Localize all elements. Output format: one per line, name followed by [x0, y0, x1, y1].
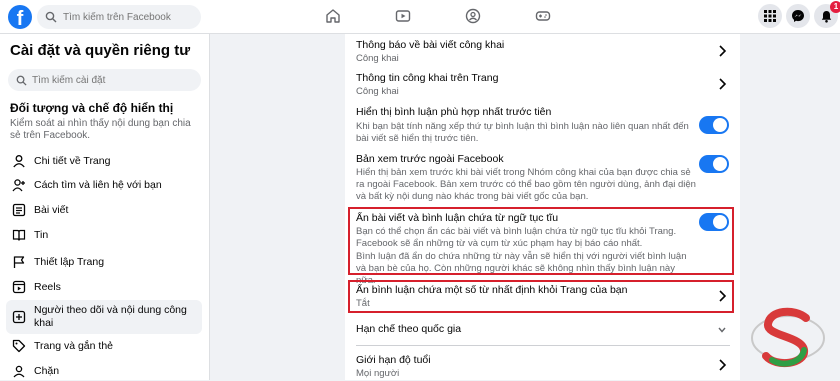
tag-icon — [12, 339, 26, 353]
facebook-search[interactable] — [37, 5, 201, 29]
sidebar-item-followers[interactable]: Người theo dõi và nội dung công khai — [6, 300, 202, 334]
setting-title: Bản xem trước ngoài Facebook — [356, 153, 504, 165]
sidebar-item-label: Thiết lập Trang — [34, 255, 105, 268]
setting-title: Thông báo về bài viết công khai — [356, 39, 505, 51]
facebook-logo[interactable]: f — [8, 5, 32, 29]
gaming-icon[interactable] — [535, 8, 551, 24]
setting-title: Ẩn bài viết và bình luận chứa từ ngữ tục… — [356, 212, 559, 224]
setting-description: Bạn có thể chọn ẩn các bài viết và bình … — [356, 226, 677, 249]
plus-box-icon — [12, 310, 26, 324]
flag-icon — [13, 256, 25, 268]
off-facebook-preview-toggle[interactable] — [699, 155, 729, 173]
search-icon — [16, 75, 27, 86]
sidebar-item-find-contact[interactable]: Cách tìm và liên hệ với bạn — [6, 175, 202, 195]
search-icon — [45, 11, 57, 23]
settings-sidebar: Cài đặt và quyền riêng tư Đối tượng và c… — [0, 34, 210, 380]
setting-value: Công khai — [356, 53, 399, 64]
setting-title: Giới hạn độ tuổi — [356, 354, 431, 366]
setting-hide-keyword-comments[interactable]: Ẩn bình luận chứa một số từ nhất định kh… — [345, 282, 740, 312]
settings-panel: Thông báo về bài viết công khai Công kha… — [345, 34, 740, 380]
notifications-button[interactable]: 1 — [814, 1, 840, 28]
setting-title: Ẩn bình luận chứa một số từ nhất định kh… — [356, 284, 628, 296]
setting-value: Công khai — [356, 86, 399, 97]
messenger-icon — [792, 10, 804, 22]
menu-button[interactable] — [758, 4, 782, 28]
divider — [356, 345, 730, 346]
notification-badge: 1 — [830, 1, 840, 13]
setting-age-restriction[interactable]: Giới hạn độ tuổi Mọi người — [345, 347, 740, 380]
sidebar-item-posts[interactable]: Bài viết — [6, 200, 202, 220]
setting-hide-profanity: Ẩn bài viết và bình luận chứa từ ngữ tục… — [345, 209, 740, 286]
search-input[interactable] — [63, 11, 193, 23]
chevron-right-icon — [719, 359, 727, 371]
settings-search[interactable] — [8, 69, 201, 91]
chevron-down-icon — [718, 327, 726, 333]
chevron-right-icon — [719, 78, 727, 90]
setting-section-title: Hạn chế theo quốc gia — [356, 323, 462, 335]
setting-title: Hiển thị bình luận phù hợp nhất trước ti… — [356, 106, 552, 118]
setting-title: Thông tin công khai trên Trang — [356, 72, 499, 84]
chevron-right-icon — [719, 290, 727, 302]
sidebar-title: Cài đặt và quyền riêng tư — [10, 42, 191, 59]
most-relevant-comments-toggle[interactable] — [699, 116, 729, 134]
setting-off-facebook-preview: Bản xem trước ngoài Facebook Hiển thị bả… — [345, 150, 740, 208]
top-navigation-bar: f 1 — [0, 0, 840, 34]
section-description: Kiểm soát ai nhìn thấy nội dung bạn chia… — [10, 118, 191, 141]
sidebar-item-label: Chặn — [34, 364, 60, 377]
section-title: Đối tượng và chế độ hiển thị — [10, 101, 174, 115]
sidebar-item-reels[interactable]: Reels — [6, 277, 202, 297]
hide-profanity-toggle[interactable] — [699, 213, 729, 231]
sidebar-item-label: Chi tiết về Trang — [34, 154, 111, 167]
setting-value: Tắt — [356, 298, 370, 309]
sidebar-item-label: Cách tìm và liên hệ với bạn — [34, 178, 162, 191]
setting-description: Khi bạn bật tính năng xếp thứ tự bình lu… — [356, 121, 689, 144]
sidebar-item-label: Trang và gắn thẻ — [34, 339, 113, 352]
book-icon — [12, 229, 26, 241]
grid-menu-icon — [764, 10, 776, 22]
setting-description: Hiển thị bản xem trước khi bài viết tron… — [356, 167, 696, 202]
setting-public-post-notifications[interactable]: Thông báo về bài viết công khai Công kha… — [345, 34, 740, 66]
person-add-icon — [12, 179, 25, 192]
reels-icon — [12, 280, 26, 294]
settings-search-input[interactable] — [32, 74, 192, 86]
watermark-logo — [751, 307, 825, 368]
sidebar-item-blocking[interactable]: Chặn — [6, 361, 202, 381]
sidebar-item-label: Tin — [34, 228, 49, 241]
sidebar-item-label: Người theo dõi và nội dung công khai — [34, 304, 187, 329]
messenger-button[interactable] — [786, 4, 810, 28]
block-icon — [13, 365, 25, 378]
post-icon — [12, 203, 26, 217]
video-icon[interactable] — [395, 8, 411, 24]
sidebar-item-label: Reels — [34, 280, 61, 293]
sidebar-item-stories[interactable]: Tin — [6, 225, 202, 245]
chevron-right-icon — [719, 45, 727, 57]
home-icon[interactable] — [325, 8, 341, 24]
bell-icon — [821, 10, 831, 23]
sidebar-item-label: Bài viết — [34, 203, 69, 216]
sidebar-item-tagging[interactable]: Trang và gắn thẻ — [6, 336, 202, 356]
sidebar-item-page-setup[interactable]: Thiết lập Trang — [6, 252, 202, 272]
person-icon — [13, 155, 25, 168]
setting-most-relevant-comments: Hiển thị bình luận phù hợp nhất trước ti… — [345, 102, 740, 148]
groups-icon[interactable] — [465, 8, 481, 24]
sidebar-item-page-details[interactable]: Chi tiết về Trang — [6, 151, 202, 171]
setting-value: Mọi người — [356, 368, 400, 379]
setting-public-page-info[interactable]: Thông tin công khai trên Trang Công khai — [345, 67, 740, 99]
setting-country-restrictions[interactable]: Hạn chế theo quốc gia — [345, 319, 740, 341]
